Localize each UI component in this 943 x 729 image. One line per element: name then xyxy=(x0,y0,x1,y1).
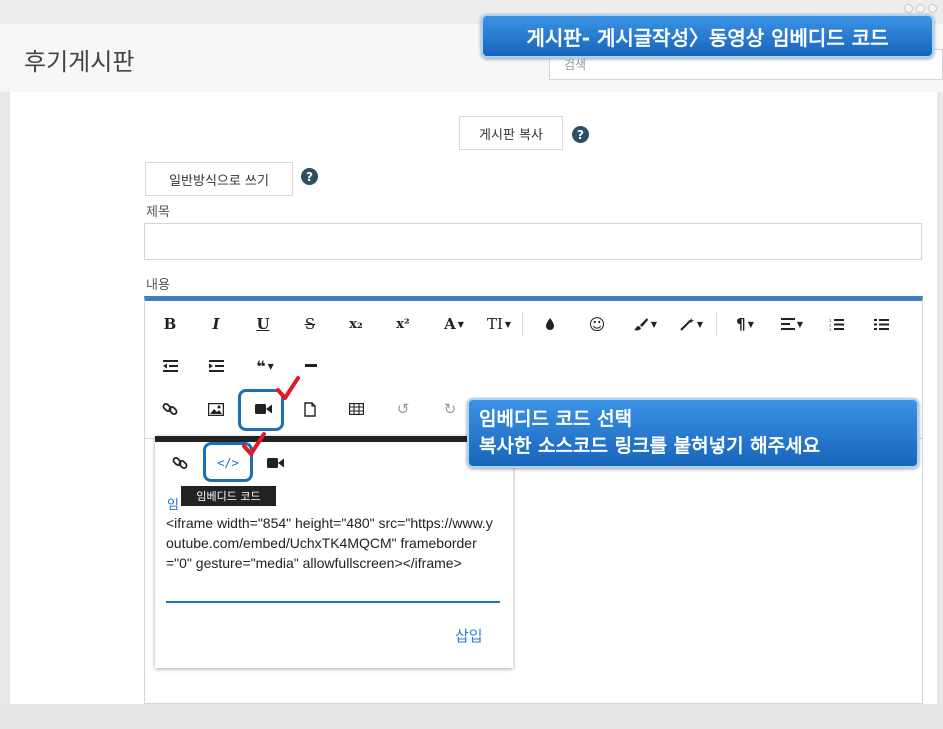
help-icon[interactable]: ? xyxy=(301,168,318,185)
callout-line-2: 복사한 소스코드 링크를 붙혀넣기 해주세요 xyxy=(479,435,821,457)
font-size-label: TI xyxy=(486,315,503,333)
align-icon[interactable]: ▼ xyxy=(775,310,809,338)
font-family-dropdown[interactable]: A ▼ xyxy=(437,310,471,338)
strikethrough-button[interactable]: S xyxy=(296,310,324,338)
insert-button[interactable]: 삽입 xyxy=(455,625,483,646)
embed-code-textarea[interactable]: <iframe width="854" height="480" src="ht… xyxy=(166,513,500,573)
callout-line-1: 임베디드 코드 선택 xyxy=(479,408,633,430)
embed-input-underline xyxy=(166,601,500,603)
page-title: 후기게시판 xyxy=(24,48,135,76)
emoji-icon[interactable]: ☺ xyxy=(583,310,611,338)
chevron-down-icon: ▼ xyxy=(650,319,658,329)
ordered-list-icon[interactable]: 123 xyxy=(822,310,850,338)
italic-button[interactable]: I xyxy=(202,310,230,338)
horizontal-rule-icon[interactable] xyxy=(297,352,325,380)
font-size-dropdown[interactable]: TI ▼ xyxy=(482,310,516,338)
window-dot-icon[interactable] xyxy=(916,4,925,13)
image-icon[interactable] xyxy=(202,395,230,423)
file-icon[interactable] xyxy=(296,395,324,423)
chevron-down-icon: ▼ xyxy=(747,319,754,329)
svg-text:3: 3 xyxy=(829,327,832,331)
chevron-down-icon: ▼ xyxy=(457,319,464,329)
window-dot-icon[interactable] xyxy=(904,4,913,13)
subject-label: 제목 xyxy=(146,205,170,220)
undo-icon[interactable]: ↺ xyxy=(389,395,417,423)
text-color-icon[interactable] xyxy=(536,310,564,338)
checkmark-icon xyxy=(276,376,300,400)
chevron-down-icon: ▼ xyxy=(267,361,274,371)
superscript-button[interactable]: x² xyxy=(389,310,417,338)
indent-icon[interactable] xyxy=(202,352,230,380)
redo-icon[interactable]: ↻ xyxy=(436,395,464,423)
toolbar-divider xyxy=(716,312,717,336)
content-label: 내용 xyxy=(146,278,170,293)
plain-mode-button[interactable]: 일반방식으로 쓰기 xyxy=(145,162,293,196)
callout-top: 게시판- 게시글작성〉동영상 임베디드 코드 xyxy=(481,14,934,58)
popup-field-label: 임 xyxy=(167,498,179,513)
table-icon[interactable] xyxy=(342,395,370,423)
toolbar-divider xyxy=(522,312,523,336)
window-controls xyxy=(904,4,937,13)
unordered-list-icon[interactable] xyxy=(867,310,895,338)
window-dot-icon[interactable] xyxy=(928,4,937,13)
font-family-label: A xyxy=(444,315,456,333)
popup-link-icon[interactable] xyxy=(166,449,194,477)
help-icon[interactable]: ? xyxy=(572,126,589,143)
chevron-down-icon: ▼ xyxy=(796,319,804,329)
embed-tooltip: 임베디드 코드 xyxy=(181,486,276,506)
underline-button[interactable]: U xyxy=(249,310,277,338)
bold-button[interactable]: B xyxy=(156,310,184,338)
checkmark-icon xyxy=(242,432,266,456)
subscript-button[interactable]: x₂ xyxy=(342,310,370,338)
outdent-icon[interactable] xyxy=(156,352,184,380)
chevron-down-icon: ▼ xyxy=(696,319,704,329)
link-icon[interactable] xyxy=(156,395,184,423)
brush-icon[interactable]: ▼ xyxy=(628,310,662,338)
copy-board-button[interactable]: 게시판 복사 xyxy=(459,116,563,150)
chevron-down-icon: ▼ xyxy=(504,319,512,329)
callout-middle: 임베디드 코드 선택 복사한 소스코드 링크를 붙혀넣기 해주세요 xyxy=(467,398,919,468)
subject-input[interactable] xyxy=(144,223,922,260)
magic-wand-icon[interactable]: ▼ xyxy=(674,310,708,338)
paragraph-icon[interactable]: ¶ ▼ xyxy=(728,310,762,338)
